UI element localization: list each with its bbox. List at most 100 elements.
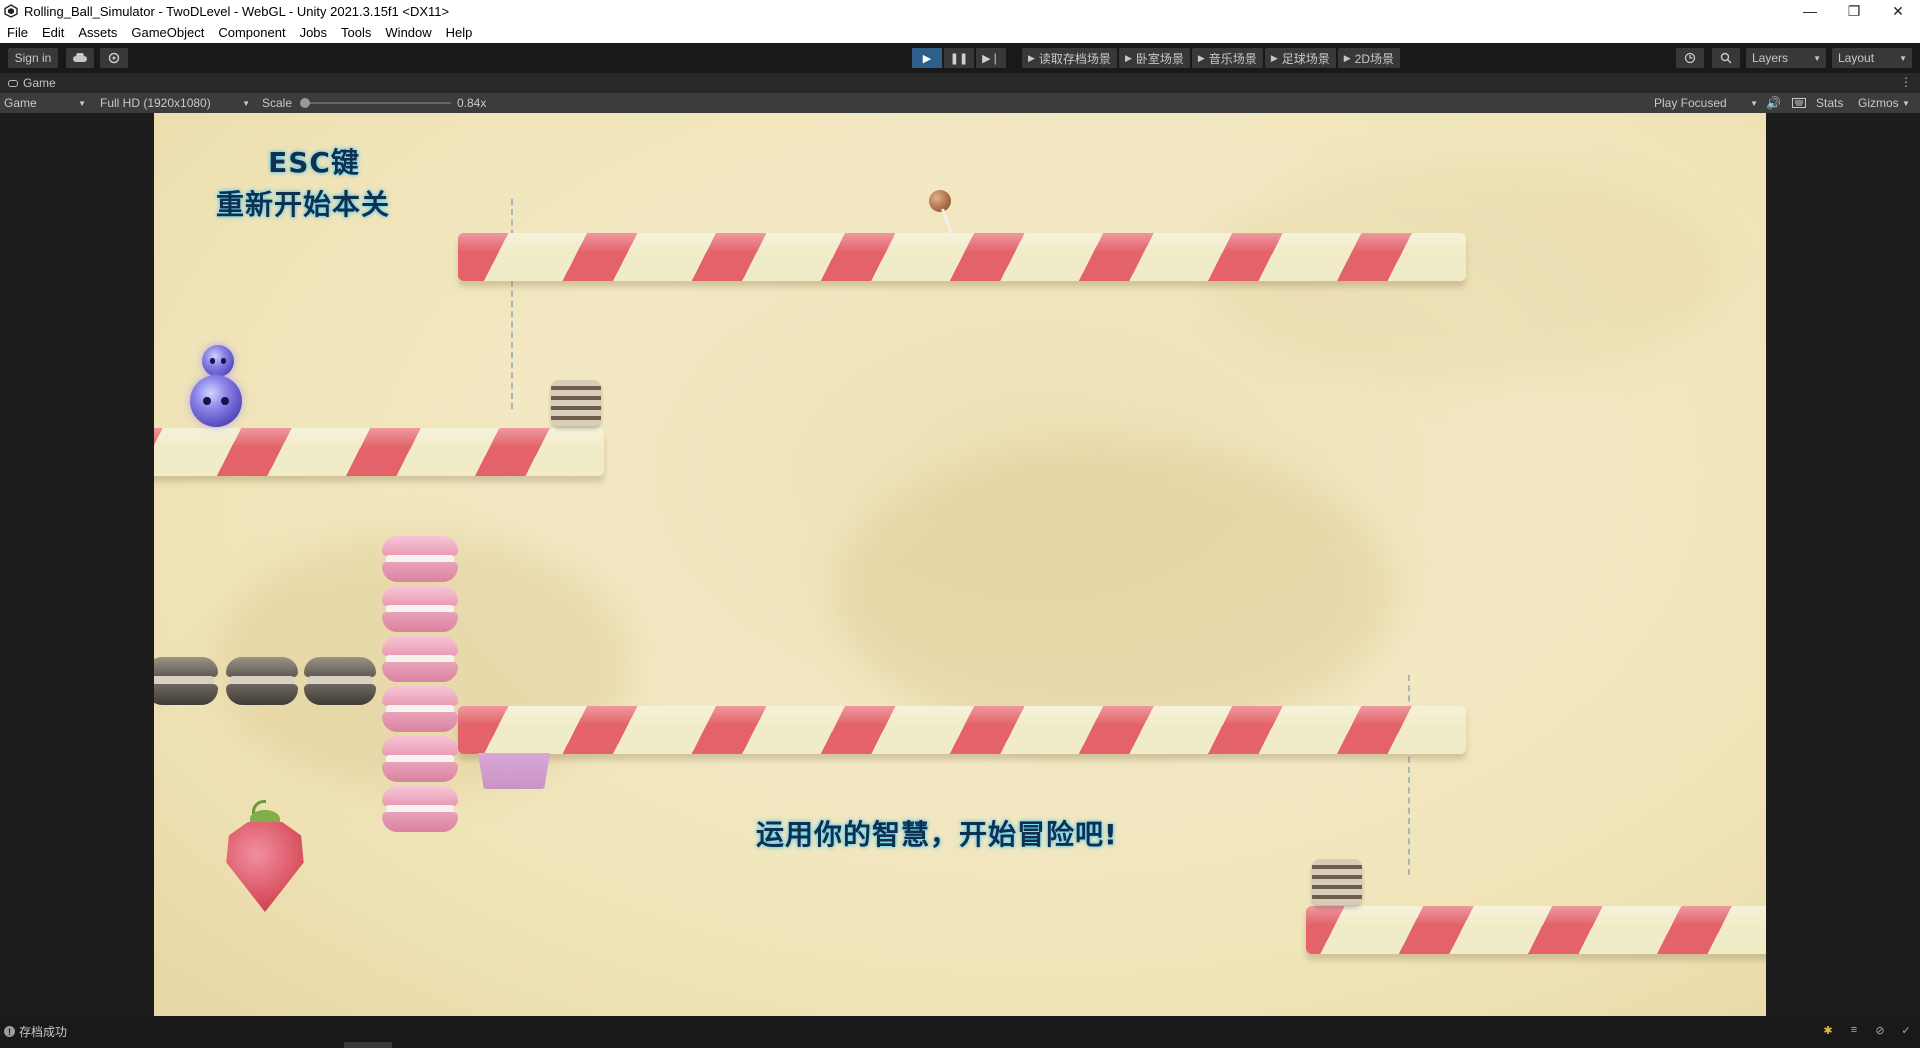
minimize-button[interactable]: — (1788, 0, 1832, 22)
scene-button-bedroom[interactable]: ▶ 卧室场景 (1118, 48, 1190, 68)
game-viewport[interactable]: ESC键 重新开始本关 运用你的智慧，开始冒险吧! (154, 113, 1766, 1016)
play-triangle-icon: ▶ (1197, 52, 1205, 63)
status-bar: ! 存档成功 ✱ ≡ ⊘ ✓ (0, 1016, 1920, 1048)
candy-cane-platform-middle (458, 706, 1466, 754)
ball-eyes (203, 396, 229, 406)
display-label: Game (4, 96, 37, 110)
strawberry-goal (222, 800, 308, 912)
esc-hint-line2: 重新开始本关 (216, 188, 391, 221)
chevron-down-icon: ▼ (1899, 53, 1907, 63)
title-bar: Rolling_Ball_Simulator - TwoDLevel - Web… (0, 0, 1920, 22)
cookie-stack (1312, 859, 1362, 905)
scene-button-2d[interactable]: ▶ 2D场景 (1337, 48, 1401, 68)
pink-macaron (382, 736, 458, 782)
scene-button-music[interactable]: ▶ 音乐场景 (1191, 48, 1263, 68)
chevron-down-icon: ▼ (1902, 98, 1910, 108)
collab-icon[interactable] (100, 48, 128, 68)
step-button[interactable]: ▶❘ (976, 48, 1006, 68)
cache-server-icon[interactable]: ⊘ (1872, 1022, 1888, 1038)
paper-stain (834, 443, 1394, 743)
tab-label: Game (23, 76, 56, 90)
chevron-down-icon: ▼ (1750, 98, 1758, 108)
audio-icon[interactable]: 🔊 (1766, 93, 1781, 113)
scene-button-label: 2D场景 (1354, 51, 1395, 66)
menu-tools[interactable]: Tools (334, 22, 378, 43)
play-button[interactable]: ▶ (912, 48, 942, 68)
menu-file[interactable]: File (0, 22, 35, 43)
window-title: Rolling_Ball_Simulator - TwoDLevel - Web… (24, 3, 450, 19)
game-view-toolbar: Game ▼ Full HD (1920x1080) ▼ Scale 0.84x… (0, 93, 1920, 113)
chevron-down-icon: ▼ (242, 98, 250, 108)
play-triangle-icon: ▶ (1270, 52, 1278, 63)
layout-dropdown[interactable]: Layout ▼ (1832, 48, 1912, 68)
gamepad-icon (8, 79, 18, 87)
chevron-down-icon: ▼ (1813, 53, 1821, 63)
search-icon[interactable] (1712, 48, 1740, 68)
play-icon: ▶ (922, 52, 932, 65)
main-toolbar: Sign in ▶ ❚❚ ▶❘ ▶ 读取存档场景 ▶ 卧室场景 ▶ 音乐场景 ▶ 足球场… (0, 43, 1920, 73)
scale-slider-handle[interactable] (300, 98, 310, 108)
keyboard-icon[interactable] (1792, 93, 1806, 113)
menu-edit[interactable]: Edit (35, 22, 71, 43)
scene-button-load-save[interactable]: ▶ 读取存档场景 (1022, 48, 1117, 68)
pink-macaron (382, 536, 458, 582)
pink-macaron (382, 636, 458, 682)
pause-icon: ❚❚ (949, 52, 969, 65)
database-icon[interactable]: ≡ (1846, 1022, 1862, 1038)
status-text: 存档成功 (19, 1025, 68, 1039)
close-button[interactable]: ✕ (1876, 0, 1920, 22)
bug-icon[interactable]: ✱ (1820, 1022, 1836, 1038)
scene-button-label: 卧室场景 (1135, 51, 1184, 66)
check-circle-icon[interactable]: ✓ (1898, 1022, 1914, 1038)
menu-assets[interactable]: Assets (71, 22, 124, 43)
display-dropdown[interactable]: Game ▼ (4, 93, 88, 113)
more-options-icon[interactable]: ⋮ (1900, 75, 1912, 89)
play-triangle-icon: ▶ (1124, 52, 1132, 63)
chevron-down-icon: ▼ (78, 98, 86, 108)
dark-macaron (304, 657, 376, 705)
dark-macaron (226, 657, 298, 705)
dashed-guide-line (511, 199, 513, 409)
pink-macaron (382, 786, 458, 832)
gizmos-button[interactable]: Gizmos (1858, 93, 1899, 113)
menu-window[interactable]: Window (378, 22, 438, 43)
player-ball (190, 375, 242, 427)
resolution-dropdown[interactable]: Full HD (1920x1080) ▼ (100, 93, 252, 113)
menu-component[interactable]: Component (211, 22, 292, 43)
layout-label: Layout (1838, 51, 1875, 65)
console-status-message[interactable]: ! 存档成功 (4, 1023, 67, 1040)
window-tab-bar: Game ⋮ (0, 73, 1920, 93)
menu-gameobject[interactable]: GameObject (124, 22, 211, 43)
horizontal-scrollbar[interactable] (344, 1042, 392, 1048)
layers-label: Layers (1752, 51, 1789, 65)
ball-eyes (210, 358, 226, 364)
esc-hint-line1: ESC键 (268, 146, 360, 179)
play-triangle-icon: ▶ (1343, 52, 1351, 63)
unity-logo-icon (4, 4, 18, 18)
candy-cane-platform-left (154, 428, 604, 476)
pink-macaron (382, 586, 458, 632)
gizmos-dropdown-arrow[interactable]: ▼ (1902, 93, 1910, 113)
menu-jobs[interactable]: Jobs (293, 22, 334, 43)
stats-button[interactable]: Stats (1816, 93, 1843, 113)
play-mode-label: Play Focused (1654, 96, 1727, 110)
play-triangle-icon: ▶ (1028, 52, 1035, 63)
menu-bar: File Edit Assets GameObject Component Jo… (0, 22, 1920, 43)
tab-game[interactable]: Game (0, 73, 64, 93)
sign-in-button[interactable]: Sign in (8, 48, 58, 68)
play-mode-dropdown[interactable]: Play Focused ▼ (1654, 93, 1760, 113)
scale-slider-track[interactable] (305, 102, 451, 104)
cloud-icon[interactable] (66, 48, 94, 68)
dark-macaron (154, 657, 218, 705)
history-icon[interactable] (1676, 48, 1704, 68)
info-icon: ! (4, 1026, 15, 1037)
playmode-controls: ▶ ❚❚ ▶❘ (912, 48, 1008, 68)
pause-button[interactable]: ❚❚ (944, 48, 974, 68)
pink-macaron (382, 686, 458, 732)
scene-button-football[interactable]: ▶ 足球场景 (1264, 48, 1336, 68)
layers-dropdown[interactable]: Layers ▼ (1746, 48, 1826, 68)
menu-help[interactable]: Help (439, 22, 480, 43)
maximize-button[interactable]: ❐ (1832, 0, 1876, 22)
scene-button-label: 足球场景 (1281, 51, 1330, 66)
unity-editor-window: Rolling_Ball_Simulator - TwoDLevel - Web… (0, 0, 1920, 1048)
